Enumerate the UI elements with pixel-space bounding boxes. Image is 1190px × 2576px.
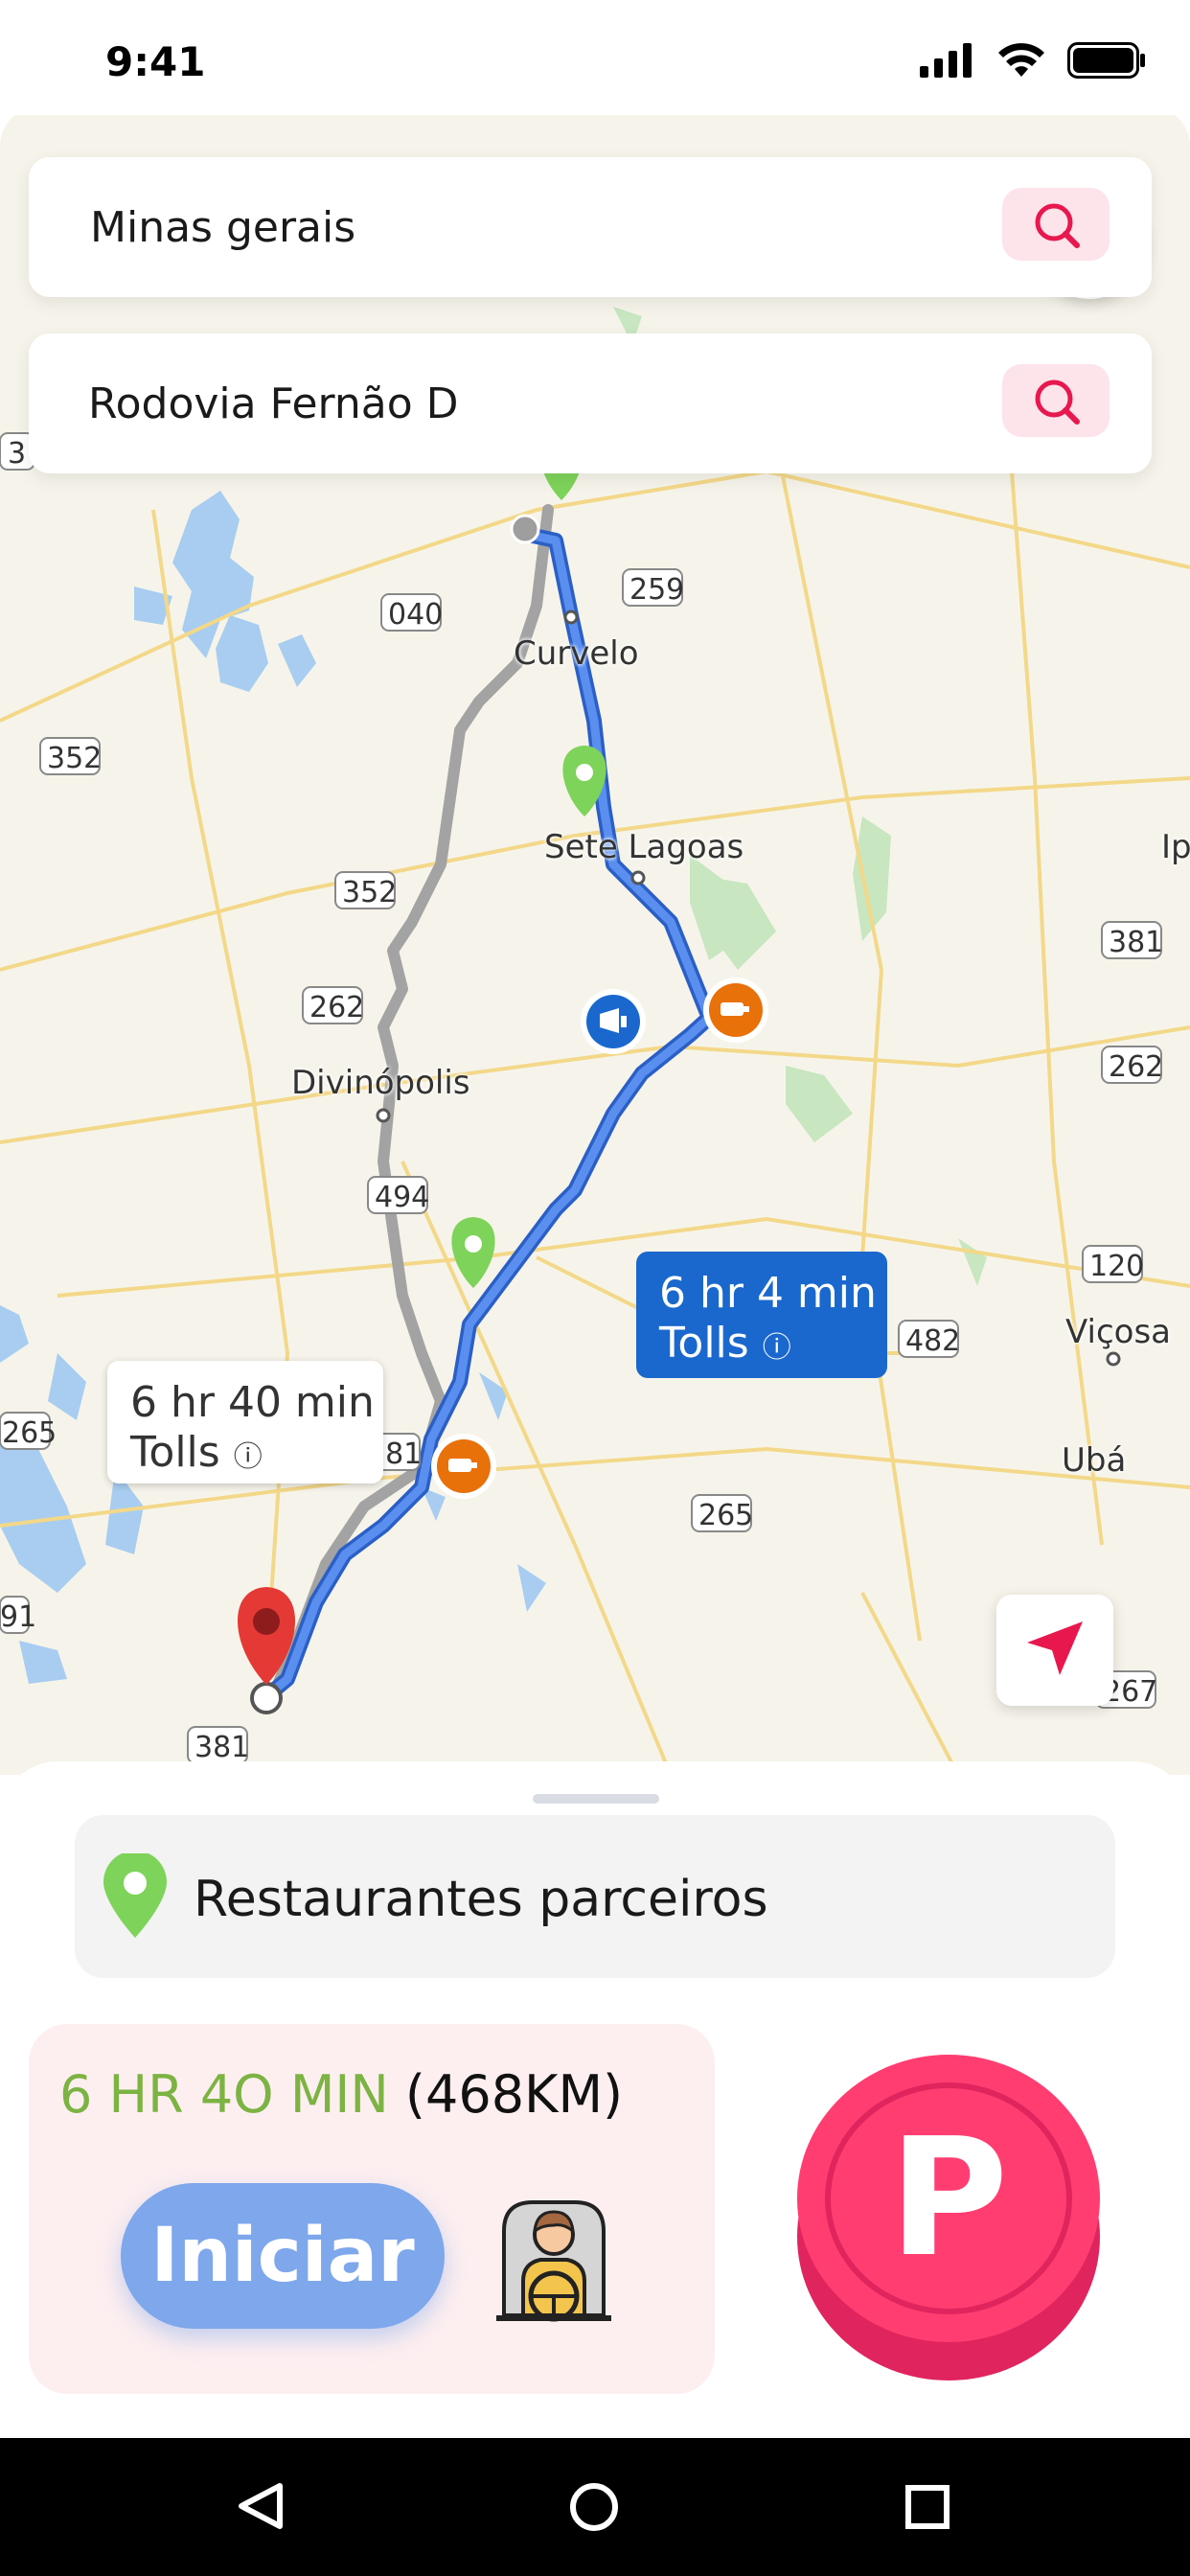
driver-icon xyxy=(496,2200,611,2322)
start-trip-button[interactable]: Iniciar xyxy=(121,2183,445,2329)
road-shield-label: 381 xyxy=(1109,926,1164,959)
sheet-handle[interactable] xyxy=(533,1794,659,1804)
road-shield-label: 265 xyxy=(2,1416,57,1450)
road-shield-label: 494 xyxy=(375,1181,430,1214)
road-shield-label: 91 xyxy=(0,1600,37,1634)
back-icon[interactable] xyxy=(238,2482,284,2530)
bottom-sheet: Restaurantes parceiros 6 HR 4O MIN (468K… xyxy=(0,1761,1190,2440)
origin-search-field[interactable]: Minas gerais xyxy=(29,157,1152,297)
city-label: Ip xyxy=(1161,828,1190,866)
trip-duration: 6 HR 4O MIN xyxy=(59,2064,389,2125)
status-bar: 9:41 xyxy=(0,0,1190,115)
wifi-icon xyxy=(998,43,1044,77)
status-time: 9:41 xyxy=(105,38,206,85)
traffic-alert-icon[interactable] xyxy=(581,989,646,1054)
city-label: Viçosa xyxy=(1065,1313,1172,1351)
city-label: Ubá xyxy=(1062,1441,1127,1480)
parking-label: P xyxy=(888,2104,1009,2293)
road-shield-label: 265 xyxy=(698,1499,754,1532)
destination-search-button[interactable] xyxy=(1002,364,1110,437)
system-nav-bar xyxy=(0,2438,1190,2576)
status-icons xyxy=(920,42,1146,79)
toll-info-icon: ⓘ xyxy=(233,1440,263,1474)
primary-route-duration: 6 hr 4 min xyxy=(659,1269,877,1318)
road-shield-label: 3 xyxy=(8,437,27,471)
road-shield-label: 352 xyxy=(47,742,103,775)
signal-icon xyxy=(920,43,972,78)
parking-button[interactable]: P xyxy=(797,2045,1100,2380)
road-shield-label: 262 xyxy=(1109,1050,1164,1084)
city-label: Sete Lagoas xyxy=(544,828,744,866)
speed-camera-icon[interactable] xyxy=(703,978,768,1043)
alternate-route-tolls: Tolls xyxy=(130,1428,220,1477)
origin-input[interactable]: Minas gerais xyxy=(90,203,355,252)
partner-restaurants-label: Restaurantes parceiros xyxy=(194,1871,768,1928)
trip-summary-card: 6 HR 4O MIN (468KM) Iniciar xyxy=(29,2024,715,2394)
city-label: Curvelo xyxy=(514,634,639,673)
trip-distance: (468KM) xyxy=(404,2064,624,2125)
alternate-route-info[interactable]: 6 hr 40 min Tolls ⓘ xyxy=(107,1361,383,1484)
partner-restaurants-button[interactable]: Restaurantes parceiros xyxy=(75,1815,1115,1978)
home-icon[interactable] xyxy=(569,2482,619,2532)
toll-info-icon: ⓘ xyxy=(762,1331,791,1365)
road-shield-label: 120 xyxy=(1089,1250,1145,1283)
road-shield-label: 482 xyxy=(905,1324,961,1358)
battery-icon xyxy=(1067,42,1145,79)
speed-camera-icon[interactable] xyxy=(431,1434,496,1499)
location-pin-icon xyxy=(103,1853,167,1938)
destination-search-field[interactable]: Rodovia Fernão D xyxy=(29,334,1152,473)
navigation-arrow-icon xyxy=(1027,1622,1083,1675)
primary-route-info[interactable]: 6 hr 4 min Tolls ⓘ xyxy=(636,1252,887,1378)
map-view[interactable]: 259 040 352 352 262 494 369 381 265 482 … xyxy=(0,107,1190,1775)
road-shield-label: 352 xyxy=(342,876,398,909)
search-icon xyxy=(1035,203,1080,248)
recents-icon[interactable] xyxy=(904,2484,950,2530)
road-shield-label: 381 xyxy=(195,1731,250,1764)
primary-route-tolls: Tolls xyxy=(659,1319,749,1368)
road-shield-label: 040 xyxy=(388,598,444,632)
trip-duration-line: 6 HR 4O MIN (468KM) xyxy=(59,2064,623,2125)
my-location-button[interactable] xyxy=(996,1595,1113,1706)
city-label: Divinópolis xyxy=(291,1064,470,1102)
road-shield-label: 259 xyxy=(629,573,685,607)
road-shield-label: 262 xyxy=(309,991,365,1024)
destination-input[interactable]: Rodovia Fernão D xyxy=(88,380,459,428)
origin-search-button[interactable] xyxy=(1002,188,1110,261)
alternate-route-duration: 6 hr 40 min xyxy=(130,1378,375,1427)
search-icon xyxy=(1035,380,1080,425)
